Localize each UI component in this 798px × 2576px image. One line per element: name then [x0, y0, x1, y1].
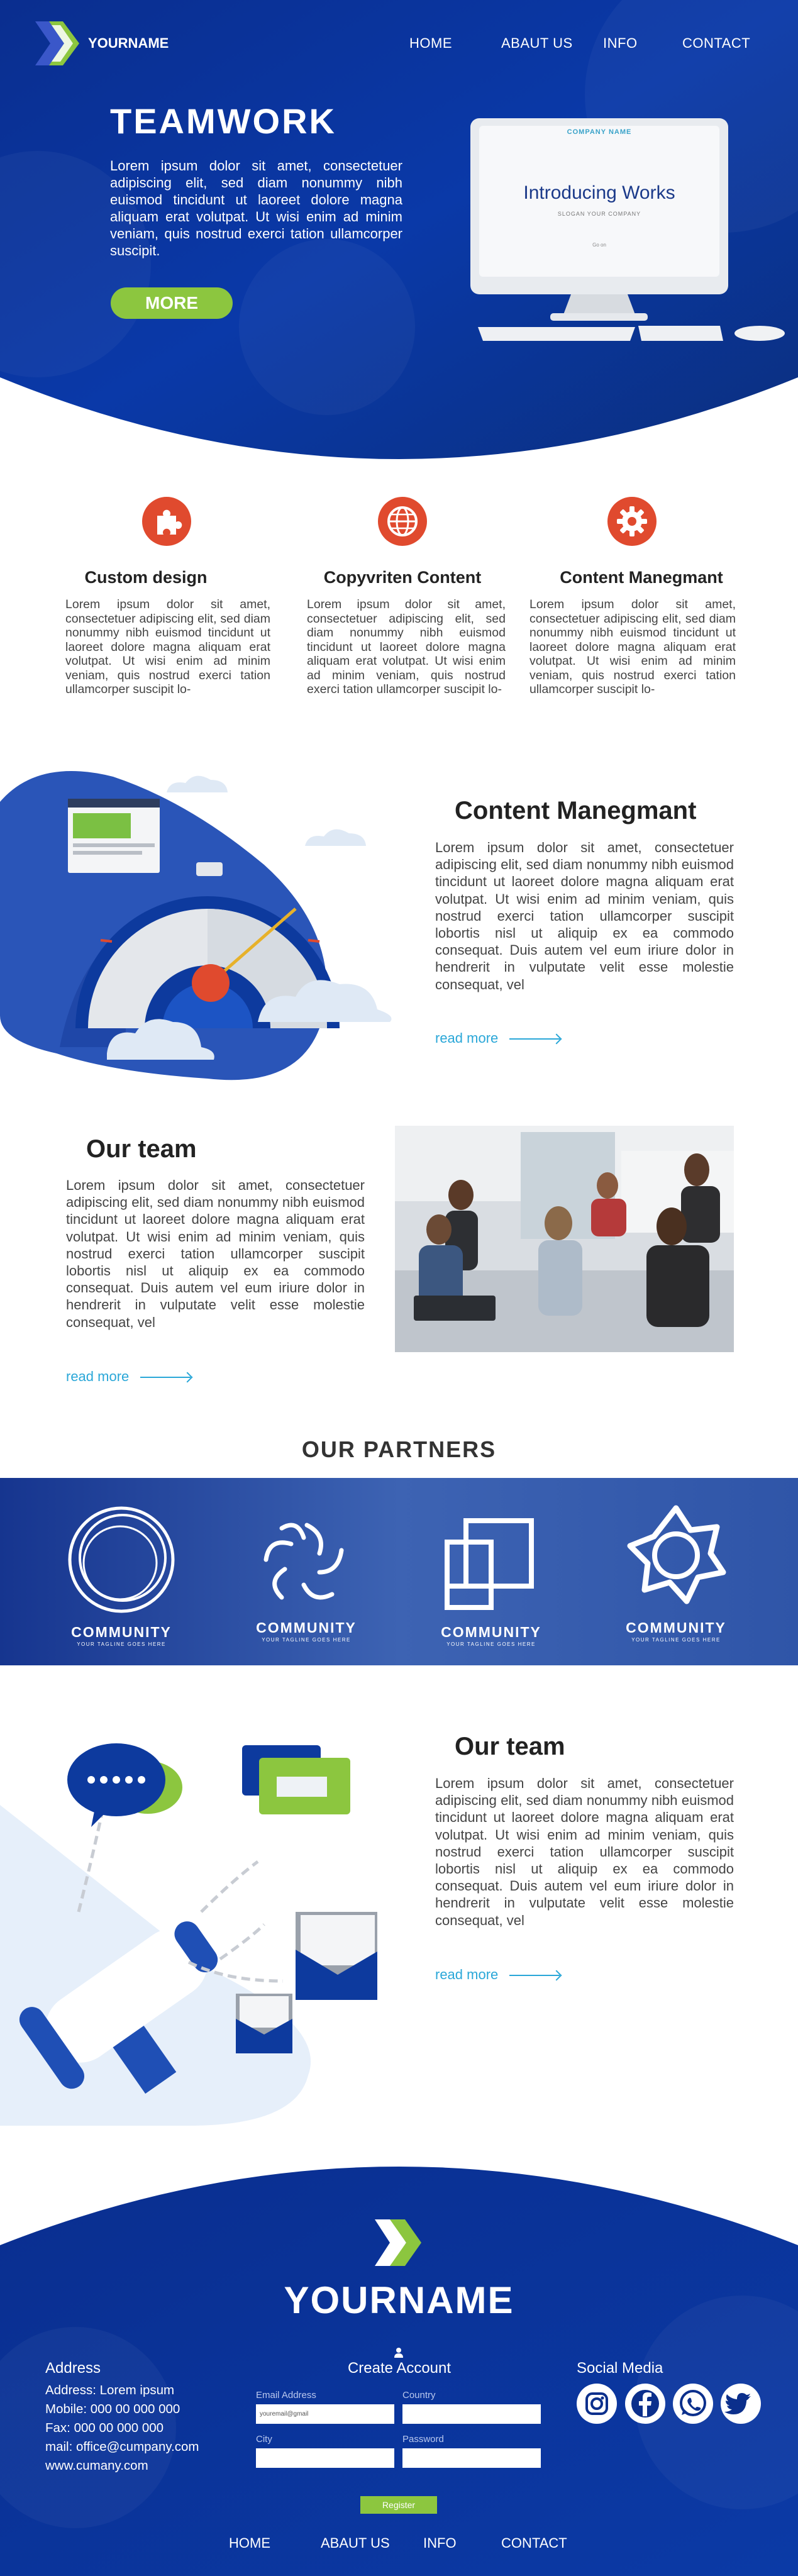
read-more-label: read more	[66, 1368, 130, 1384]
partner-tagline-4: YOUR TAGLINE GOES HERE	[631, 1637, 721, 1643]
nav-contact[interactable]: CONTACT	[682, 35, 750, 52]
fax-line: Fax: 000 00 000 000	[45, 2421, 164, 2435]
team-title: Our team	[86, 1135, 197, 1163]
footer-nav-contact[interactable]: CONTACT	[501, 2535, 567, 2551]
speedometer-illustration	[0, 764, 415, 1097]
create-account-heading: Create Account	[347, 2360, 452, 2377]
nav-home[interactable]: HOME	[409, 35, 452, 52]
facebook-icon[interactable]	[625, 2384, 665, 2424]
partner-tagline-2: YOUR TAGLINE GOES HERE	[262, 1637, 351, 1643]
partner-logo-circle-icon[interactable]	[65, 1506, 178, 1613]
footer-nav-home[interactable]: HOME	[229, 2535, 270, 2551]
hero-title: TEAMWORK	[110, 101, 336, 141]
team2-title: Our team	[455, 1733, 565, 1760]
megaphone-illustration	[0, 1723, 380, 2126]
address-heading: Address	[45, 2360, 101, 2377]
footer-nav-info[interactable]: INFO	[423, 2535, 457, 2551]
city-input[interactable]	[256, 2448, 394, 2468]
partner-logo-star-icon[interactable]	[623, 1502, 729, 1609]
puzzle-icon	[142, 497, 191, 546]
email-input[interactable]	[256, 2404, 394, 2424]
more-button[interactable]: MORE	[111, 287, 233, 319]
partner-logo-squares-icon[interactable]	[443, 1517, 538, 1611]
feature-title-1: Custom design	[84, 568, 208, 587]
partner-name-2: COMMUNITY	[256, 1619, 357, 1636]
social-heading: Social Media	[577, 2360, 663, 2377]
footer-logo-icon[interactable]	[372, 2217, 425, 2268]
footer-nav-about[interactable]: ABAUT US	[321, 2535, 390, 2551]
logo-icon[interactable]	[33, 19, 83, 68]
arrow-right-icon	[140, 1377, 191, 1379]
screen-go: Go on	[592, 242, 606, 248]
feature-text-2: Lorem ipsum dolor sit amet, consectetuer…	[307, 597, 506, 696]
mail-line[interactable]: mail: office@cumpany.com	[45, 2438, 199, 2457]
feature-text-1: Lorem ipsum dolor sit amet, consectetuer…	[65, 597, 270, 696]
gear-icon	[607, 497, 657, 546]
screen-title: Introducing Works	[523, 182, 675, 203]
address-line: Address: Lorem ipsum	[45, 2383, 175, 2397]
feature-title-3: Content Manegmant	[560, 568, 723, 587]
whatsapp-icon[interactable]	[673, 2384, 713, 2424]
password-input[interactable]	[402, 2448, 541, 2468]
twitter-icon[interactable]	[721, 2384, 761, 2424]
partner-name-1: COMMUNITY	[71, 1624, 172, 1640]
arrow-right-icon	[509, 1038, 560, 1040]
hero-text: Lorem ipsum dolor sit amet, consectetuer…	[110, 158, 402, 258]
partner-name-3: COMMUNITY	[441, 1624, 541, 1640]
partner-logo-swirl-icon[interactable]	[257, 1516, 357, 1610]
brand-name[interactable]: YOURNAME	[88, 35, 169, 52]
content-title: Content Manegmant	[455, 797, 697, 824]
hero-section: YOURNAME HOME ABAUT US INFO CONTACT TEAM…	[0, 0, 798, 459]
partner-tagline-3: YOUR TAGLINE GOES HERE	[446, 1641, 536, 1647]
nav-info[interactable]: INFO	[603, 35, 638, 52]
team-read-more-link[interactable]: read more	[66, 1368, 191, 1385]
team2-text: Lorem ipsum dolor sit amet, consectetuer…	[435, 1775, 734, 1928]
footer-brand: YOURNAME	[284, 2279, 514, 2321]
screen-subtitle: SLOGAN YOUR COMPANY	[557, 211, 641, 217]
country-input[interactable]	[402, 2404, 541, 2424]
city-label: City	[256, 2434, 272, 2445]
team-text: Lorem ipsum dolor sit amet, consectetuer…	[66, 1177, 365, 1330]
partners-band: COMMUNITY YOUR TAGLINE GOES HERE COMMUNI…	[0, 1478, 798, 1665]
arrow-right-icon	[509, 1975, 560, 1977]
password-label: Password	[402, 2434, 444, 2445]
partner-name-4: COMMUNITY	[626, 1619, 726, 1636]
globe-icon	[378, 497, 427, 546]
user-icon	[394, 2347, 404, 2358]
read-more-label: read more	[435, 1967, 499, 1982]
partner-tagline-1: YOUR TAGLINE GOES HERE	[77, 1641, 166, 1647]
mobile-line: Mobile: 000 00 000 000	[45, 2402, 180, 2416]
feature-text-3: Lorem ipsum dolor sit amet, consectetuer…	[529, 597, 736, 696]
website-line[interactable]: www.cumany.com	[45, 2457, 148, 2475]
team2-read-more-link[interactable]: read more	[435, 1967, 560, 1983]
feature-title-2: Copyvriten Content	[323, 568, 482, 587]
computer-illustration: COMPANY NAME Introducing Works SLOGAN YO…	[465, 113, 792, 352]
register-button[interactable]: Register	[360, 2496, 437, 2514]
email-label: Email Address	[256, 2390, 316, 2401]
content-text: Lorem ipsum dolor sit amet, consectetuer…	[435, 840, 734, 992]
read-more-label: read more	[435, 1030, 499, 1046]
team-photo	[395, 1126, 734, 1352]
screen-company: COMPANY NAME	[567, 128, 632, 136]
partners-title: OUR PARTNERS	[301, 1436, 497, 1462]
instagram-icon[interactable]	[577, 2384, 617, 2424]
country-label: Country	[402, 2390, 436, 2401]
content-read-more-link[interactable]: read more	[435, 1030, 560, 1046]
nav-about[interactable]: ABAUT US	[501, 35, 573, 52]
